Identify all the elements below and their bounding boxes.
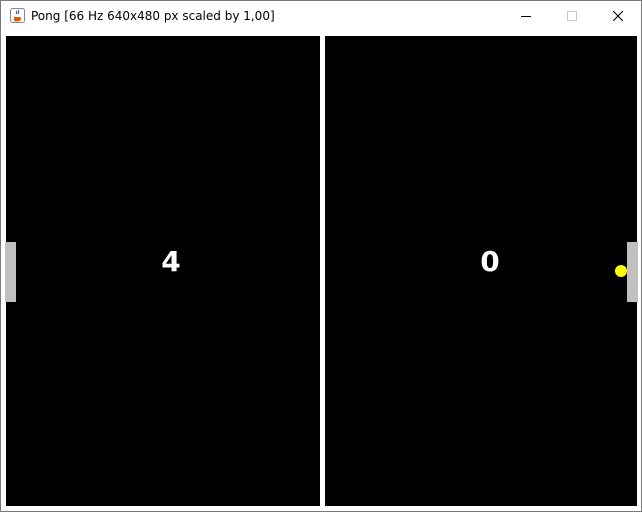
pong-window: Pong [66 Hz 640x480 px scaled by 1,00] 4… xyxy=(0,0,642,512)
java-cup-icon xyxy=(10,8,25,23)
close-icon xyxy=(613,11,623,21)
ball xyxy=(615,265,627,277)
right-player-score: 0 xyxy=(480,245,500,278)
window-title: Pong [66 Hz 640x480 px scaled by 1,00] xyxy=(31,9,275,23)
right-paddle xyxy=(627,242,638,302)
minimize-icon xyxy=(521,16,531,17)
game-canvas[interactable]: 4 0 xyxy=(5,36,638,508)
close-button[interactable] xyxy=(595,1,641,31)
maximize-icon xyxy=(567,11,577,21)
minimize-button[interactable] xyxy=(503,1,549,31)
left-paddle xyxy=(5,242,16,302)
maximize-button[interactable] xyxy=(549,1,595,31)
title-bar[interactable]: Pong [66 Hz 640x480 px scaled by 1,00] xyxy=(1,1,641,31)
left-player-score: 4 xyxy=(161,245,181,278)
